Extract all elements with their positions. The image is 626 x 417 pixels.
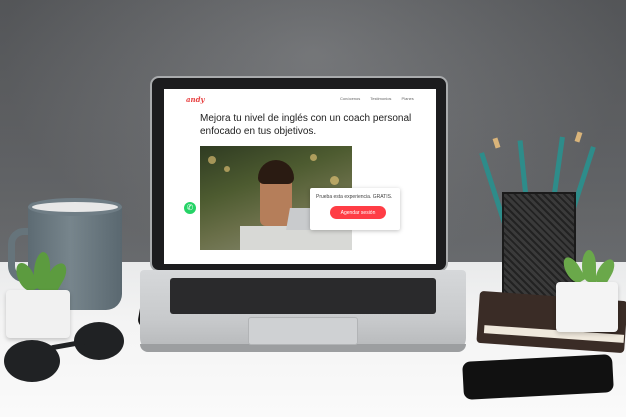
nav-link-testimonios[interactable]: Testimonios [370,96,391,101]
laptop-trackpad [248,317,358,345]
site-nav: Conócenos Testimonios Planes [340,96,423,101]
light-bokeh [208,156,216,164]
schedule-session-button[interactable]: Agendar sesión [330,206,386,219]
nav-link-conocenos[interactable]: Conócenos [340,96,360,101]
woman-hair [258,160,294,184]
mug-rim [28,198,122,216]
smartphone [462,354,614,400]
cta-text: Prueba esta experiencia. GRATIS. [316,194,393,200]
light-bokeh [310,154,317,161]
laptop-base-edge [140,344,466,352]
plant-pot-right [556,282,618,332]
nav-link-planes[interactable]: Planes [402,96,414,101]
light-bokeh [330,176,339,185]
site-logo[interactable]: andy [186,95,205,104]
laptop-keyboard [170,278,436,314]
site-headline: Mejora tu nivel de inglés con un coach p… [200,113,412,137]
desk-scene: andy Conócenos Testimonios Planes Mejora… [0,0,626,417]
whatsapp-icon[interactable]: ✆ [184,202,196,214]
plant-leaf [582,250,596,282]
light-bokeh [224,166,230,172]
plant-pot-left [6,290,70,338]
